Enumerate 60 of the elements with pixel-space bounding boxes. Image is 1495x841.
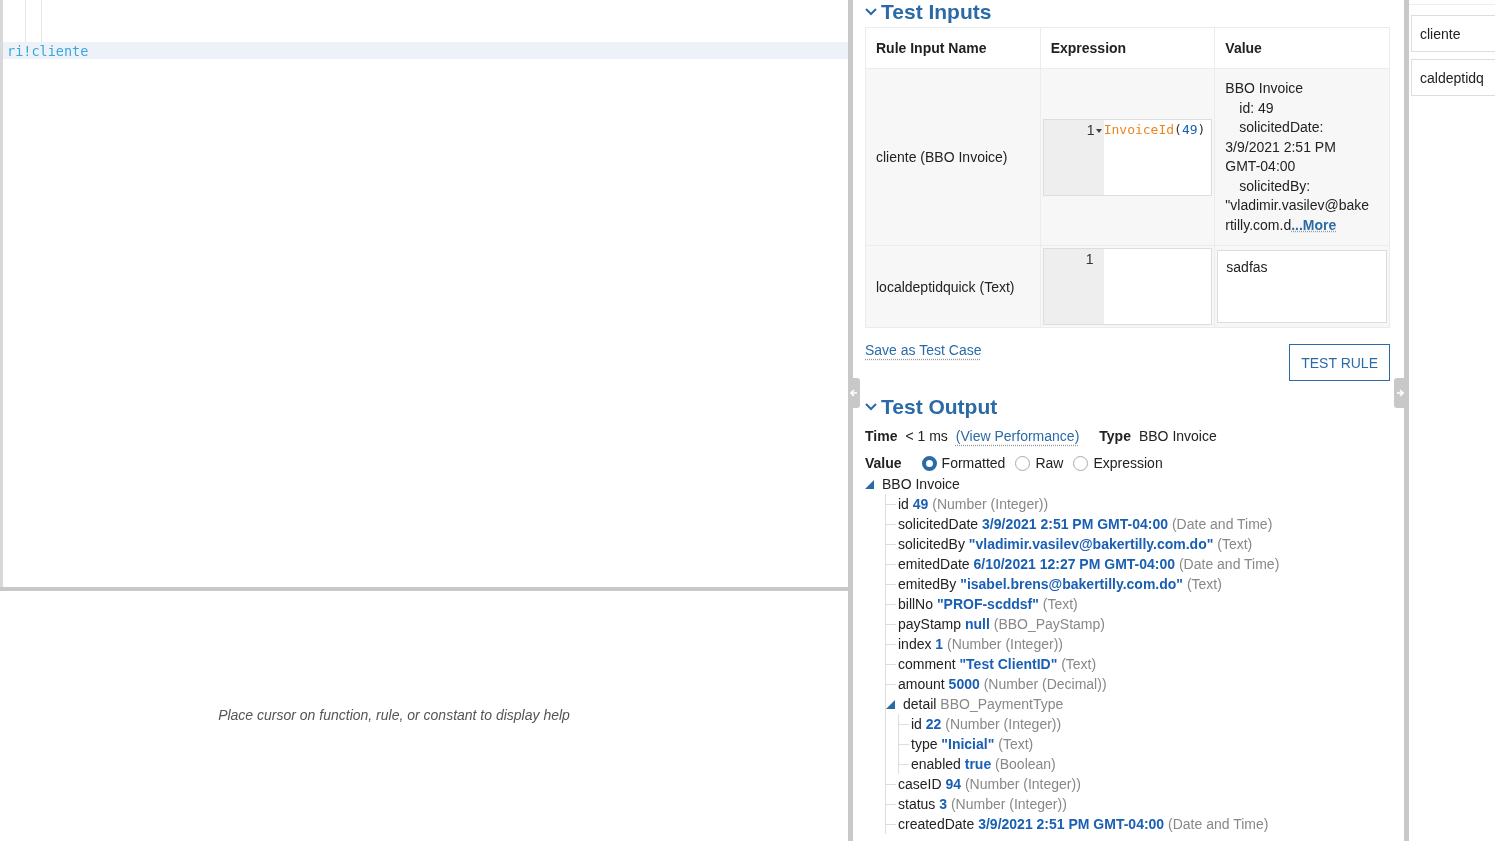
table-cell: localdeptidquick (Text) [865, 245, 1041, 328]
right-arrow-icon [1396, 389, 1404, 397]
expression-editor[interactable]: 1 [1042, 248, 1213, 325]
tree-item: detail BBO_PaymentType [903, 696, 1064, 712]
column-header: Rule Input Name [865, 27, 1041, 69]
expression-code: InvoiceId(49) [1103, 120, 1207, 139]
type-label: Type [1099, 428, 1131, 444]
left-arrow-icon [850, 389, 858, 397]
table-cell: cliente (BBO Invoice) [865, 68, 1041, 246]
tree-item: BBO Invoice [882, 476, 960, 492]
tree-item: createdDate 3/9/2021 2:51 PM GMT-04:00 (Date and Time) [898, 816, 1269, 832]
tree-item: emitedBy "isabel.brens@bakertilly.com.do" (Text) [898, 576, 1222, 592]
line-number: 1 [1085, 251, 1094, 267]
tree-item: emitedDate 6/10/2021 12:27 PM GMT-04:00 (Date and Time) [898, 556, 1280, 572]
tree-item: index 1 (Number (Integer)) [898, 636, 1063, 652]
column-header: Expression [1040, 27, 1215, 69]
section-title: Test Inputs [881, 0, 992, 24]
help-text: Place cursor on function, rule, or constant to display help [218, 707, 570, 725]
time-label: Time [865, 428, 898, 444]
expand-handle[interactable] [1394, 378, 1406, 408]
tree-item: billNo "PROF-scddsf" (Text) [898, 596, 1078, 612]
code-line: ri!cliente [6, 42, 89, 59]
more-link[interactable]: ...More [1291, 216, 1337, 233]
input-field[interactable]: cliente [1411, 15, 1495, 52]
tree-item: type "Inicial" (Text) [911, 736, 1034, 752]
value-field[interactable]: sadfas [1217, 250, 1387, 323]
tree-item: status 3 (Number (Integer)) [898, 796, 1067, 812]
expression-editor[interactable]: 1 InvoiceId(49) [1042, 118, 1213, 196]
line-number: 1 [1086, 121, 1095, 138]
tree-item: id 49 (Number (Integer)) [898, 496, 1049, 512]
tree-item: payStamp null (BBO_PayStamp) [898, 616, 1105, 632]
tree-item: caseID 94 (Number (Integer)) [898, 776, 1081, 792]
tree-item: solicitedBy "vladimir.vasilev@bakertilly.com.do" (Text) [898, 536, 1253, 552]
value-label: Value [865, 455, 902, 471]
section-title: Test Output [881, 395, 998, 419]
radio-button[interactable] [1073, 455, 1089, 471]
time-value: < 1 ms [905, 428, 948, 444]
input-field[interactable]: caldeptidq [1411, 59, 1495, 96]
save-test-case-link[interactable]: Save as Test Case [865, 342, 982, 358]
chevron-down-icon[interactable] [865, 8, 877, 16]
radio-button[interactable] [921, 455, 937, 471]
test-rule-button[interactable]: TEST RULE [1289, 344, 1390, 381]
collapse-handle[interactable] [848, 378, 860, 408]
column-header: Value [1214, 27, 1390, 69]
radio-button[interactable] [1015, 455, 1031, 471]
expanded-triangle-icon[interactable] [886, 699, 895, 709]
radio-label[interactable]: Raw [1035, 455, 1064, 471]
tree-item: comment "Test ClientID" (Text) [898, 656, 1097, 672]
expanded-triangle-icon[interactable] [865, 479, 874, 489]
chevron-down-icon[interactable] [865, 403, 877, 411]
radio-label[interactable]: Formatted [941, 455, 1006, 471]
view-performance-link[interactable]: (View Performance) [955, 428, 1080, 444]
value-preview: BBO Invoice id: 49 solicitedDate: 3/9/2021 2:51 PM GMT-04:00 solicitedBy: "vladimir.vasilev@bake rtilly.com.d...More [1225, 79, 1370, 235]
fold-arrow-icon[interactable] [1095, 127, 1102, 134]
tree-item: amount 5000 (Number (Decimal)) [898, 676, 1107, 692]
tree-item: id 22 (Number (Integer)) [911, 716, 1062, 732]
tree-item: solicitedDate 3/9/2021 2:51 PM GMT-04:00 (Date and Time) [898, 516, 1273, 532]
tree-item: enabled true (Boolean) [911, 756, 1056, 772]
radio-label[interactable]: Expression [1093, 455, 1163, 471]
type-value: BBO Invoice [1138, 428, 1217, 444]
